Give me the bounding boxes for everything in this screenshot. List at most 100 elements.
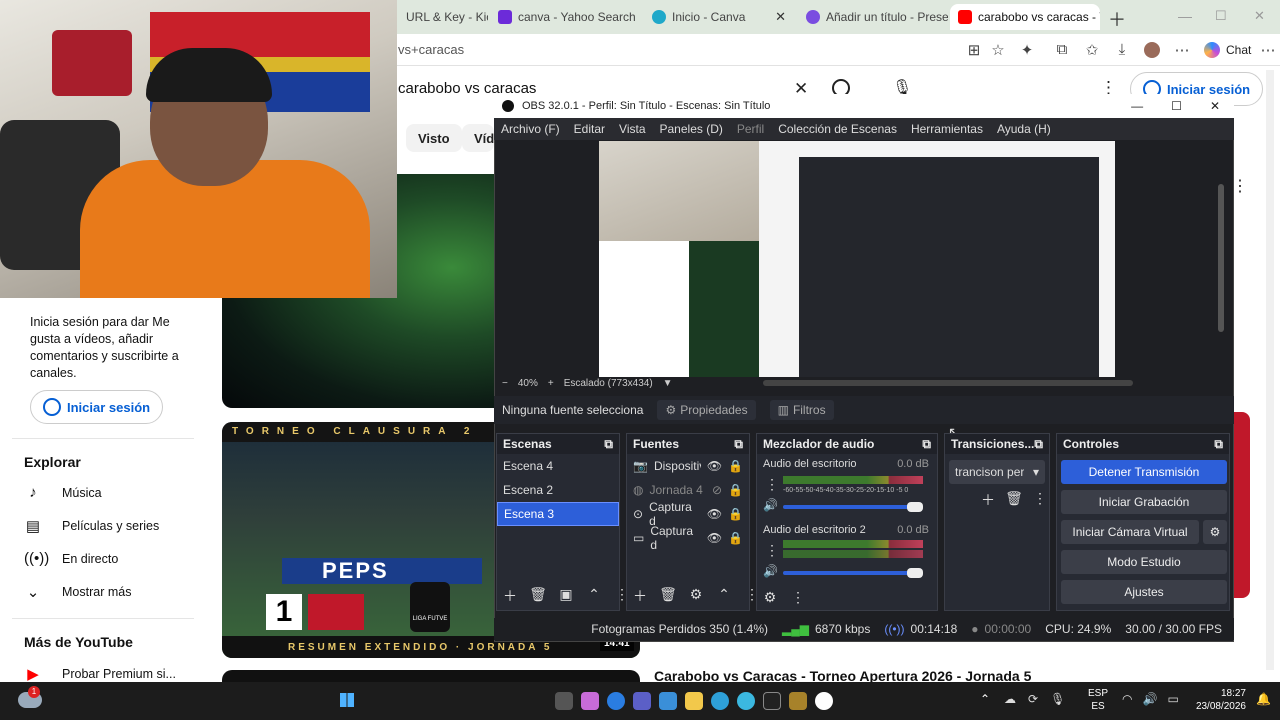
store-icon[interactable] [659,692,677,710]
clock[interactable]: 18:27 23/08/2026 [1190,687,1246,713]
url-field[interactable]: vs+caracas [398,42,464,57]
maximize-icon[interactable]: ☐ [1215,8,1227,24]
eye-icon[interactable]: 👁 [707,531,722,545]
undock-icon[interactable]: ⧉ [1034,437,1043,452]
source-item[interactable]: ⊙ Captura d 👁 🔒 [627,500,749,528]
add-icon[interactable]: ＋ [977,490,999,510]
sync-icon[interactable]: ⟳ [1028,692,1038,706]
sidebar-item-show-more[interactable]: ⌄ Mostrar más [24,583,132,601]
start-recording-button[interactable]: Iniciar Grabación [1061,490,1227,514]
menu-coleccion[interactable]: Colección de Escenas [771,122,904,136]
windows-start-icon[interactable] [340,693,354,707]
add-icon[interactable]: ＋ [499,586,521,606]
tab-canva[interactable]: Inicio - Canva ✕ [644,4,794,30]
tab-url-key[interactable]: URL & Key - Kic✕ [398,4,488,30]
source-item[interactable]: 📷 Dispositiv 👁 🔒 [627,454,749,478]
virtual-camera-settings-gear-icon[interactable]: ⚙ [1203,520,1227,544]
onedrive-icon[interactable]: ☁ [1004,692,1016,706]
scene-item-selected[interactable]: Escena 3 [497,502,619,526]
studio-mode-button[interactable]: Modo Estudio [1061,550,1227,574]
add-icon[interactable]: ＋ [629,586,651,606]
source-item[interactable]: ◍ Jornada 4 ⊘ 🔒 [627,478,749,502]
volume-slider[interactable] [783,568,923,578]
apps-icon[interactable]: ⊞ [964,41,984,59]
extensions-icon[interactable]: ✦ [1017,41,1037,59]
more-icon[interactable]: ⋯ [1258,41,1278,59]
slider-knob[interactable] [907,568,923,578]
scene-item[interactable]: Escena 4 [497,454,619,478]
sidebar-item-movies[interactable]: ▤ Películas y series [24,517,159,535]
eye-icon[interactable]: 👁 [707,507,722,521]
sidebar-signin-button[interactable]: Iniciar sesión [30,390,164,424]
maximize-icon[interactable]: ☐ [1171,99,1182,113]
eye-hidden-icon[interactable]: ⊘ [712,483,722,497]
tab-canva-presentation[interactable]: Añadir un título - Prese✕ [798,4,948,30]
gear-icon[interactable]: ⚙ [685,586,707,606]
microphone-icon[interactable]: 🎙 [1050,692,1065,706]
teams-icon[interactable] [633,692,651,710]
help-icon[interactable] [711,692,729,710]
copilot-chat-button[interactable]: Chat [1204,42,1251,58]
sidebar-item-live[interactable]: ((•)) En directo [24,550,118,567]
chip-videos[interactable]: Víde [462,124,494,152]
trash-icon[interactable]: 🗑 [1003,490,1025,510]
scene-item[interactable]: Escena 2 [497,478,619,502]
lock-icon[interactable]: 🔒 [728,459,743,473]
copilot-icon[interactable] [581,692,599,710]
transition-select[interactable]: trancison per ▾ [949,460,1045,484]
close-icon[interactable]: ✕ [775,9,786,25]
lock-icon[interactable]: 🔒 [728,507,743,521]
cortana-icon[interactable] [737,692,755,710]
download-icon[interactable]: ⤓ [1112,41,1132,58]
speaker-icon[interactable]: 🔊 [763,498,778,512]
task-view-icon[interactable] [555,692,573,710]
more-vertical-icon[interactable]: ⋮ [765,542,779,559]
page-scrollbar[interactable] [1266,70,1274,670]
side-thumbnail[interactable] [1232,412,1250,598]
undock-icon[interactable]: ⧉ [922,437,931,452]
terminal-icon[interactable] [763,692,781,710]
slider-knob[interactable] [907,502,923,512]
more-icon[interactable]: ⋯ [1172,41,1192,59]
source-item[interactable]: ▭ Captura d 👁 🔒 [627,524,749,552]
more-vertical-icon[interactable]: ⋮ [1232,176,1248,196]
language-indicator[interactable]: ESP ES [1088,687,1108,713]
volume-icon[interactable]: 🔊 [1142,692,1157,706]
horizontal-scrollbar[interactable] [762,380,1133,386]
undock-icon[interactable]: ⧉ [604,437,613,452]
menu-ayuda[interactable]: Ayuda (H) [990,122,1058,136]
file-explorer-icon[interactable] [685,692,703,710]
speaker-icon[interactable]: 🔊 [763,564,778,578]
trash-icon[interactable]: 🗑 [657,586,679,606]
menu-editar[interactable]: Editar [567,122,612,136]
undock-icon[interactable]: ⧉ [734,437,743,452]
menu-vista[interactable]: Vista [612,122,652,136]
avatar[interactable] [1144,42,1160,58]
menu-perfil[interactable]: Perfil [730,122,771,136]
chip-visto[interactable]: Visto [406,124,462,152]
more-vertical-icon[interactable]: ⋮ [765,476,779,493]
sidebar-item-premium[interactable]: ▶ Probar Premium si... [24,665,176,683]
video-thumbnail[interactable] [222,670,640,682]
more-vertical-icon[interactable]: ⋮ [1029,490,1051,510]
minimize-icon[interactable]: — [1178,8,1192,24]
menu-paneles[interactable]: Paneles (D) [653,122,730,136]
game-icon[interactable] [789,692,807,710]
close-window-icon[interactable]: ✕ [1254,8,1265,24]
edge-icon[interactable] [607,692,625,710]
gear-icon[interactable]: ⚙ [759,589,781,606]
close-icon[interactable]: ✕ [1210,99,1220,113]
lock-icon[interactable]: 🔒 [728,531,743,545]
obs-preview[interactable] [599,141,1115,377]
properties-button[interactable]: ⚙ Propiedades [657,400,756,420]
minimize-icon[interactable]: — [1131,99,1143,113]
video-title[interactable]: Carabobo vs Caracas - Torneo Apertura 20… [654,668,1244,682]
obs-icon[interactable] [815,692,833,710]
eye-icon[interactable]: 👁 [707,459,722,473]
wifi-icon[interactable]: ◠ [1122,692,1132,706]
show-hidden-icons[interactable]: ⌃ [980,692,990,706]
stop-streaming-button[interactable]: Detener Transmisión [1061,460,1227,484]
sidebar-item-music[interactable]: ♪ Música [24,484,101,501]
start-virtual-camera-button[interactable]: Iniciar Cámara Virtual [1061,520,1199,544]
battery-icon[interactable]: ▭ [1167,692,1178,706]
